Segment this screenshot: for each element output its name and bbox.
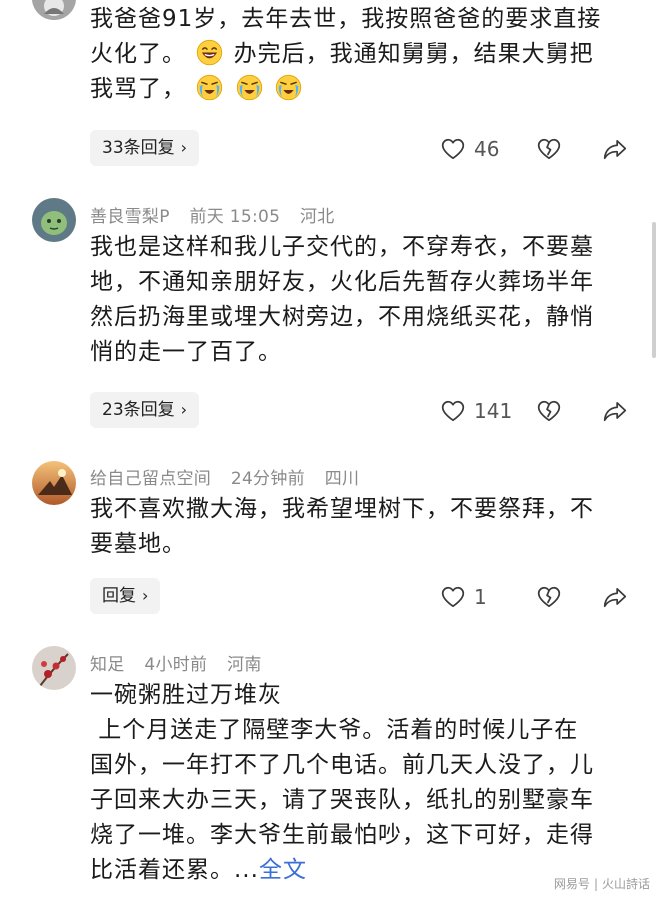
heart-icon bbox=[440, 398, 466, 424]
avatar[interactable] bbox=[32, 646, 76, 690]
like-button[interactable]: 46 bbox=[440, 134, 499, 164]
comment-line-part: 我骂了， bbox=[90, 76, 186, 102]
comment-line: 一碗粥胜过万堆灰 bbox=[90, 682, 282, 708]
comment-line: 要墓地。 bbox=[90, 531, 186, 557]
comment-line-part: 比活着还累。... bbox=[90, 857, 259, 883]
like-count: 1 bbox=[474, 585, 487, 609]
scrollbar[interactable] bbox=[652, 222, 656, 358]
crying-emoji-icon bbox=[275, 74, 302, 101]
view-replies-button[interactable]: 23条回复 › bbox=[90, 392, 200, 428]
laughing-crying-emoji-icon bbox=[196, 39, 223, 66]
watermark: 网易号 | 火山詩话 bbox=[554, 875, 650, 892]
share-icon[interactable] bbox=[602, 396, 628, 426]
comment-line: 上个月送走了隔壁李大爷。活着的时候儿子在 bbox=[90, 717, 579, 743]
dislike-broken-heart-icon[interactable] bbox=[536, 134, 562, 164]
share-icon[interactable] bbox=[602, 582, 628, 612]
comment-line: 悄的走一了百了。 bbox=[90, 339, 282, 365]
comment-meta: 善良雪梨P 前天 15:05 河北 bbox=[90, 202, 335, 227]
expand-full-text-link[interactable]: 全文 bbox=[259, 857, 307, 883]
comment-meta: 知足 4小时前 河南 bbox=[90, 650, 262, 675]
avatar[interactable] bbox=[32, 0, 76, 20]
avatar[interactable] bbox=[32, 198, 76, 242]
dislike-broken-heart-icon[interactable] bbox=[536, 396, 562, 426]
comment-text: 我不喜欢撒大海，我希望埋树下，不要祭拜，不 要墓地。 bbox=[90, 492, 638, 562]
watermark-left: 网易号 bbox=[553, 877, 590, 891]
location: 四川 bbox=[324, 469, 360, 489]
avatar[interactable] bbox=[32, 461, 76, 505]
timestamp: 24分钟前 bbox=[230, 469, 305, 489]
location: 河南 bbox=[227, 655, 262, 675]
chevron-right-icon: › bbox=[180, 138, 188, 157]
location: 河北 bbox=[300, 207, 335, 227]
comment-line: 然后扔海里或埋大树旁边，不用烧纸买花，静悄 bbox=[90, 304, 594, 330]
crying-emoji-icon bbox=[196, 74, 223, 101]
comment-line: 子回来大办三天，请了哭丧队，纸扎的别墅豪车 bbox=[90, 787, 594, 813]
username[interactable]: 给自己留点空间 bbox=[90, 469, 211, 489]
heart-icon bbox=[440, 136, 466, 162]
like-count: 141 bbox=[474, 399, 513, 423]
replies-label: 23条回复 bbox=[102, 400, 175, 420]
comment-line-part: 办完后，我通知舅舅，结果大舅把 bbox=[233, 41, 594, 67]
comment-meta: 给自己留点空间 24分钟前 四川 bbox=[90, 464, 359, 489]
timestamp: 前天 15:05 bbox=[189, 207, 281, 227]
watermark-divider: | bbox=[593, 877, 598, 891]
like-count: 46 bbox=[474, 137, 500, 161]
comment-line: 我骂了， bbox=[90, 72, 638, 107]
dislike-broken-heart-icon[interactable] bbox=[536, 582, 562, 612]
like-button[interactable]: 1 bbox=[440, 582, 487, 612]
chevron-right-icon: › bbox=[142, 586, 149, 605]
replies-label: 回复 bbox=[102, 586, 136, 606]
comment-line: 我也是这样和我儿子交代的，不穿寿衣，不要墓 bbox=[90, 234, 594, 260]
chevron-right-icon: › bbox=[180, 400, 188, 419]
crying-emoji-icon bbox=[236, 74, 263, 101]
reply-button[interactable]: 回复 › bbox=[90, 578, 161, 614]
timestamp: 4小时前 bbox=[144, 655, 208, 675]
comment-line: 地，不通知亲朋好友，火化后先暂存火葬场半年 bbox=[90, 269, 594, 295]
like-button[interactable]: 141 bbox=[440, 396, 512, 426]
comment-text: 我爸爸91岁，去年去世，我按照爸爸的要求直接 火化了。 办完后，我通知舅舅，结果… bbox=[90, 2, 638, 107]
comment-text: 一碗粥胜过万堆灰 上个月送走了隔壁李大爷。活着的时候儿子在 国外，一年打不了几个… bbox=[90, 678, 638, 888]
comment-line: 国外，一年打不了几个电话。前几天人没了，儿 bbox=[90, 752, 594, 778]
comment-line: 我不喜欢撒大海，我希望埋树下，不要祭拜，不 bbox=[90, 496, 594, 522]
comment-line: 烧了一堆。李大爷生前最怕吵，这下可好，走得 bbox=[90, 822, 594, 848]
comment-line: 火化了。 办完后，我通知舅舅，结果大舅把 bbox=[90, 37, 638, 72]
comment-line-part: 火化了。 bbox=[90, 41, 186, 67]
username[interactable]: 知足 bbox=[90, 655, 125, 675]
username[interactable]: 善良雪梨P bbox=[90, 207, 170, 227]
share-icon[interactable] bbox=[602, 134, 628, 164]
view-replies-button[interactable]: 33条回复 › bbox=[90, 130, 200, 166]
heart-icon bbox=[440, 584, 466, 610]
comment-line: 我爸爸91岁，去年去世，我按照爸爸的要求直接 bbox=[90, 6, 602, 32]
comment-text: 我也是这样和我儿子交代的，不穿寿衣，不要墓 地，不通知亲朋好友，火化后先暂存火葬… bbox=[90, 230, 638, 370]
watermark-right: 火山詩话 bbox=[601, 877, 650, 891]
replies-label: 33条回复 bbox=[102, 138, 175, 158]
